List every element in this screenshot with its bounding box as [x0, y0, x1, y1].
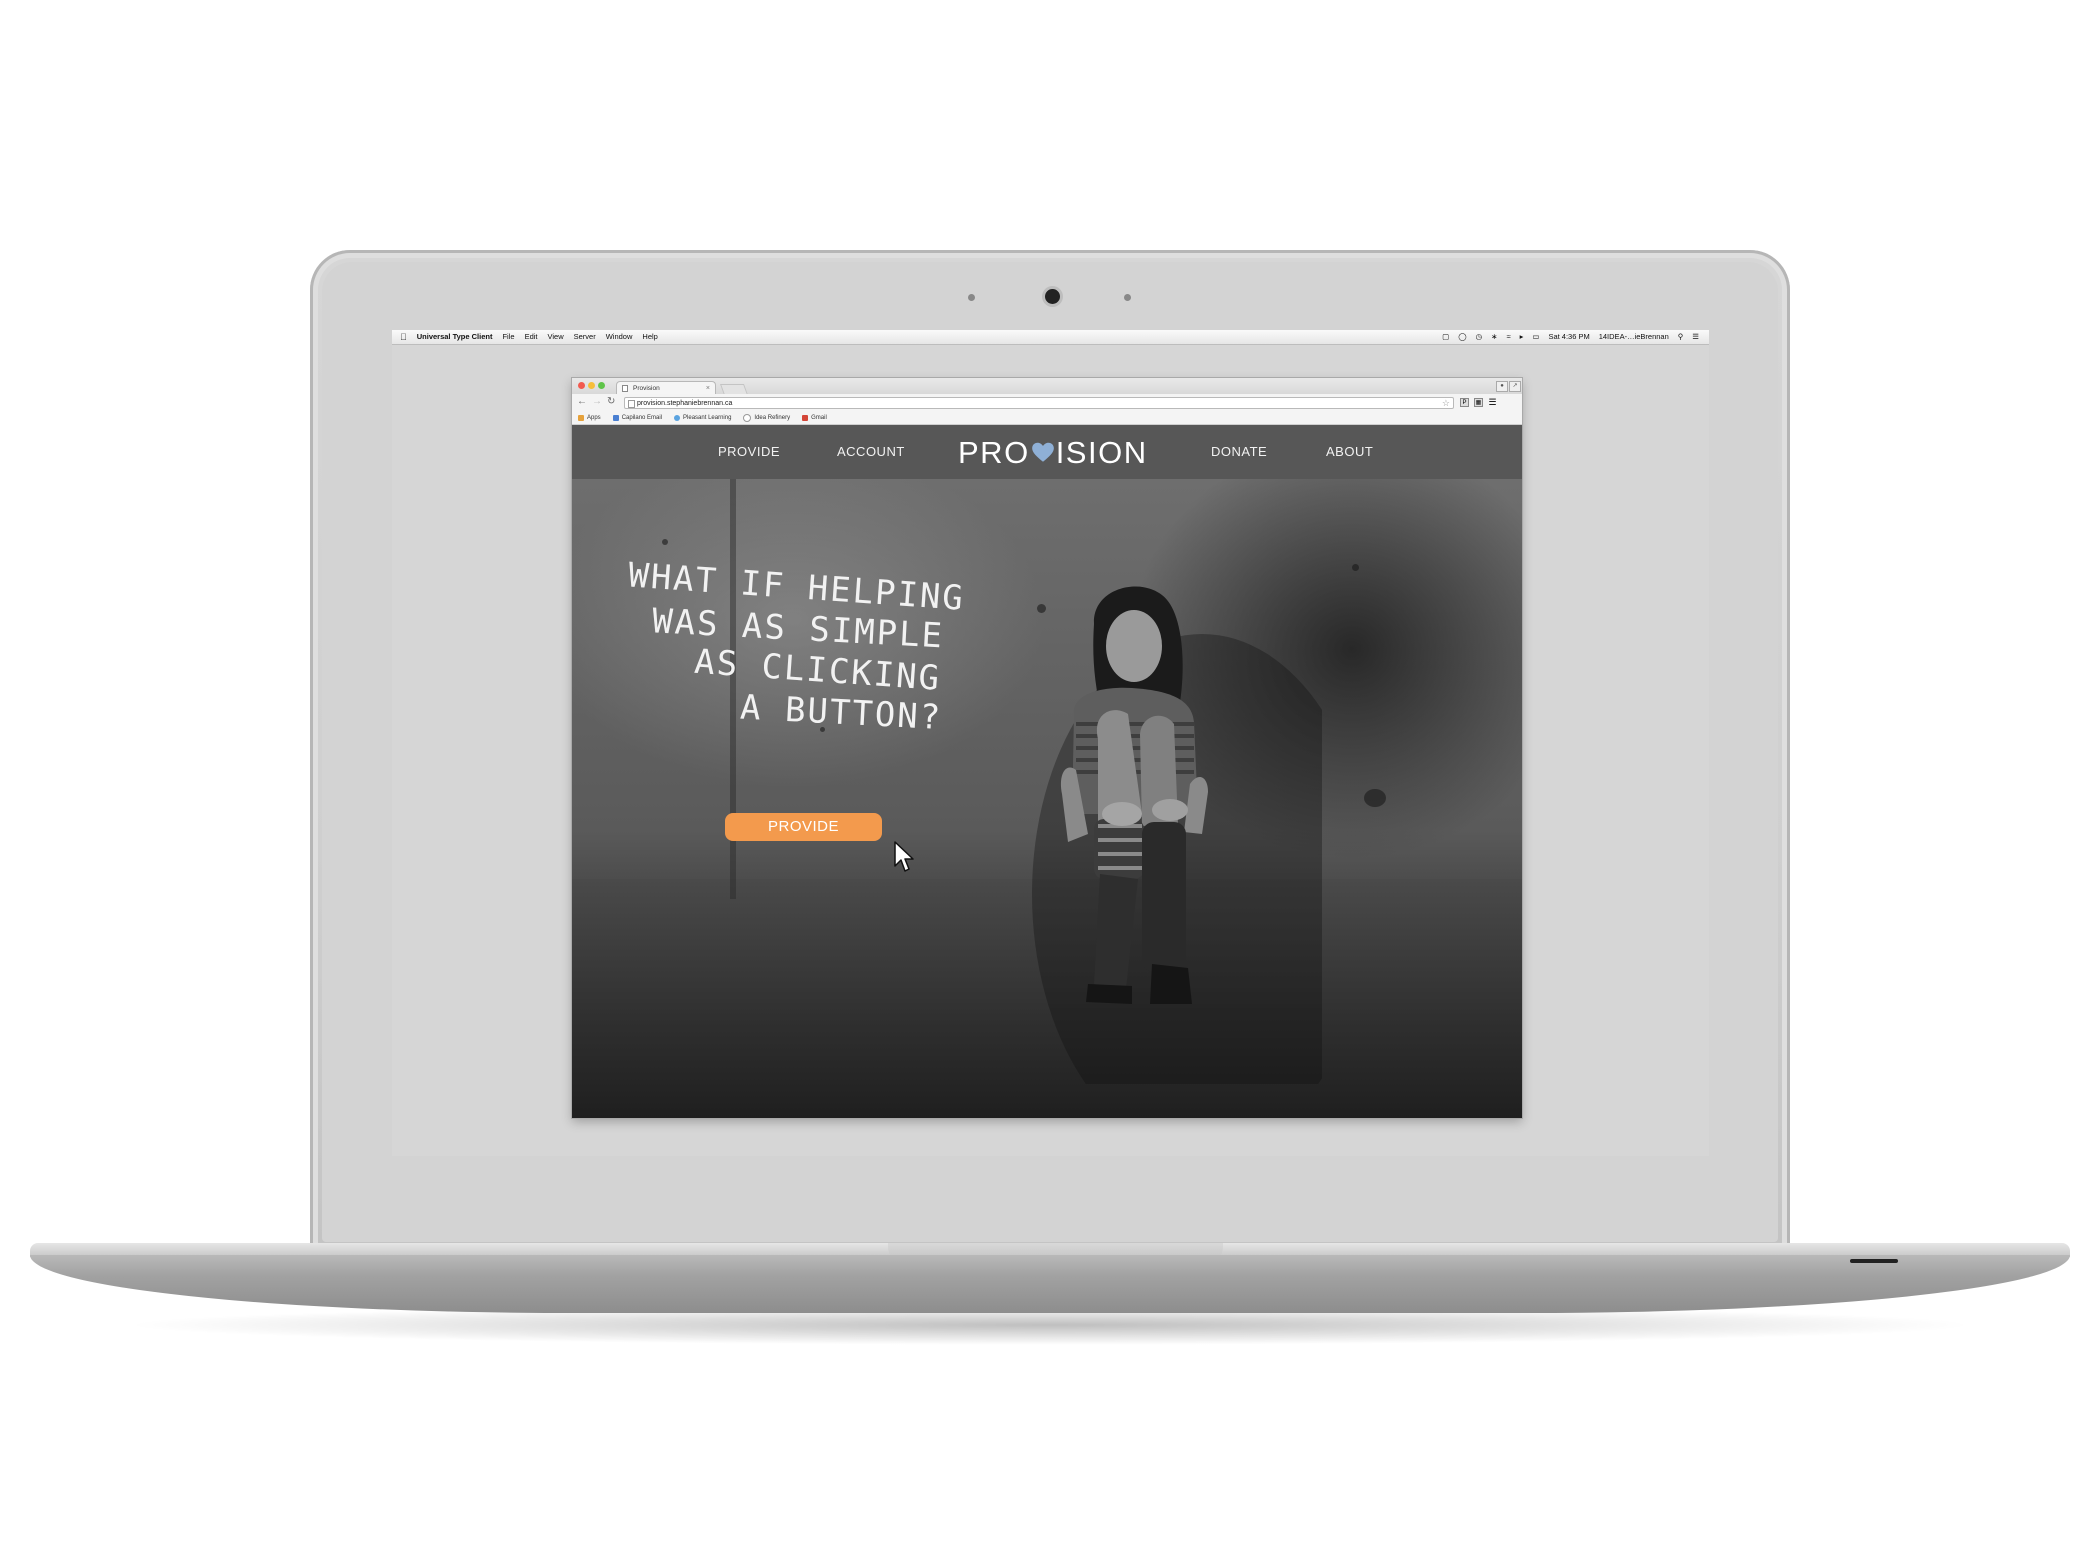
wall-speck — [1352, 564, 1359, 571]
bluetooth-icon[interactable]: ∗ — [1491, 330, 1497, 344]
back-icon[interactable]: ← — [577, 396, 587, 407]
laptop-base — [30, 1255, 2070, 1313]
nav-donate[interactable]: DONATE — [1211, 425, 1267, 479]
spotlight-icon[interactable]: ⚲ — [1678, 330, 1684, 344]
bookmark-label: Apps — [587, 415, 601, 421]
menubar-app-name[interactable]: Universal Type Client — [417, 330, 493, 344]
sync-icon[interactable]: ◯ — [1458, 330, 1466, 344]
fullscreen-icon[interactable]: ↗ — [1509, 381, 1521, 392]
page-icon — [628, 400, 635, 408]
provide-cta-button[interactable]: PROVIDE — [725, 813, 882, 841]
close-window-icon[interactable] — [578, 382, 585, 389]
apple-menu-icon[interactable]:  — [400, 330, 407, 344]
reload-icon[interactable]: ↻ — [607, 396, 615, 407]
menu-icon[interactable]: ☰ — [1488, 398, 1497, 407]
bookmark-idea-refinery[interactable]: Idea Refinery — [743, 412, 790, 424]
apps-icon — [578, 415, 584, 421]
browser-window: Provision × ● ↗ ← → ↻ provision.stephani… — [572, 378, 1522, 1118]
provision-website: PROVIDE ACCOUNT PRO ISION DONATE ABOUT W… — [572, 425, 1522, 1118]
zoom-window-icon[interactable] — [598, 382, 605, 389]
mouse-cursor-icon — [894, 841, 914, 872]
extension-2-icon[interactable]: ▦ — [1474, 398, 1483, 407]
menu-window[interactable]: Window — [606, 330, 633, 344]
tab-strip: Provision × ● ↗ — [572, 378, 1522, 395]
forward-icon[interactable]: → — [592, 396, 602, 407]
browser-toolbar: ← → ↻ provision.stephaniebrennan.ca ☆ P … — [572, 394, 1522, 412]
page-icon — [622, 385, 628, 392]
volume-icon[interactable]: ▸ — [1520, 330, 1524, 344]
time-machine-icon[interactable]: ◷ — [1476, 330, 1483, 344]
menu-server[interactable]: Server — [574, 330, 596, 344]
profile-icon[interactable]: ● — [1496, 381, 1508, 392]
site-navbar: PROVIDE ACCOUNT PRO ISION DONATE ABOUT — [572, 425, 1522, 479]
bookmark-gmail[interactable]: Gmail — [802, 412, 827, 424]
circle-icon — [743, 414, 752, 422]
address-text: provision.stephaniebrennan.ca — [637, 400, 733, 407]
hero-headline: What if helping was as simple as clickin… — [627, 555, 988, 738]
laptop-indicator-light — [1850, 1259, 1898, 1263]
seated-woman-photo — [1032, 586, 1322, 1084]
globe-icon — [674, 415, 681, 421]
tab-title: Provision — [633, 385, 660, 392]
menu-file[interactable]: File — [502, 330, 514, 344]
tab-provision[interactable]: Provision × — [616, 381, 716, 394]
wall-speck — [662, 539, 668, 545]
logo-text-left: PRO — [958, 435, 1030, 470]
bookmarks-bar: Apps Capilano Email Pleasant Learning Id… — [572, 412, 1522, 425]
menu-view[interactable]: View — [548, 330, 564, 344]
camera-icon — [1045, 289, 1060, 304]
menu-edit[interactable]: Edit — [525, 330, 538, 344]
bookmark-label: Capilano Email — [621, 415, 663, 421]
extension-icon[interactable]: P — [1460, 398, 1469, 407]
nav-about[interactable]: ABOUT — [1326, 425, 1373, 479]
sensor-dot-left — [968, 294, 975, 301]
gmail-icon — [802, 415, 809, 421]
menu-help[interactable]: Help — [642, 330, 657, 344]
bookmark-star-icon[interactable]: ☆ — [1442, 397, 1450, 409]
address-bar[interactable]: provision.stephaniebrennan.ca ☆ — [624, 397, 1454, 409]
laptop-screen:  Universal Type Client File Edit View S… — [392, 330, 1709, 1156]
menubar-user[interactable]: 14IDEA-…ieBrennan — [1599, 330, 1669, 344]
minimize-window-icon[interactable] — [588, 382, 595, 389]
mail-icon — [612, 415, 619, 421]
bookmark-label: Idea Refinery — [754, 415, 791, 421]
notification-center-icon[interactable]: ☰ — [1692, 330, 1699, 344]
menubar-clock[interactable]: Sat 4:36 PM — [1548, 330, 1589, 344]
hero-section: What if helping was as simple as clickin… — [572, 479, 1522, 1118]
nav-account[interactable]: ACCOUNT — [837, 425, 905, 479]
sensor-dot-right — [1124, 294, 1131, 301]
bookmark-label: Pleasant Learning — [683, 415, 732, 421]
provision-logo[interactable]: PRO ISION — [958, 425, 1148, 479]
battery-icon[interactable]: ▭ — [1532, 330, 1539, 344]
status-icon[interactable]: ▢ — [1442, 330, 1449, 344]
wall-speck — [1364, 789, 1386, 807]
nav-provide[interactable]: PROVIDE — [718, 425, 780, 479]
wifi-icon[interactable]: ≈ — [1506, 330, 1510, 344]
logo-text-right: ISION — [1055, 435, 1148, 470]
laptop-mockup:  Universal Type Client File Edit View S… — [0, 0, 2100, 1545]
bookmark-capilano-email[interactable]: Capilano Email — [612, 412, 663, 424]
bookmark-label: Gmail — [811, 415, 827, 421]
mac-menubar:  Universal Type Client File Edit View S… — [392, 330, 1709, 345]
bookmark-pleasant-learning[interactable]: Pleasant Learning — [674, 412, 731, 424]
heart-icon — [1031, 442, 1054, 462]
bookmark-apps[interactable]: Apps — [578, 412, 601, 424]
